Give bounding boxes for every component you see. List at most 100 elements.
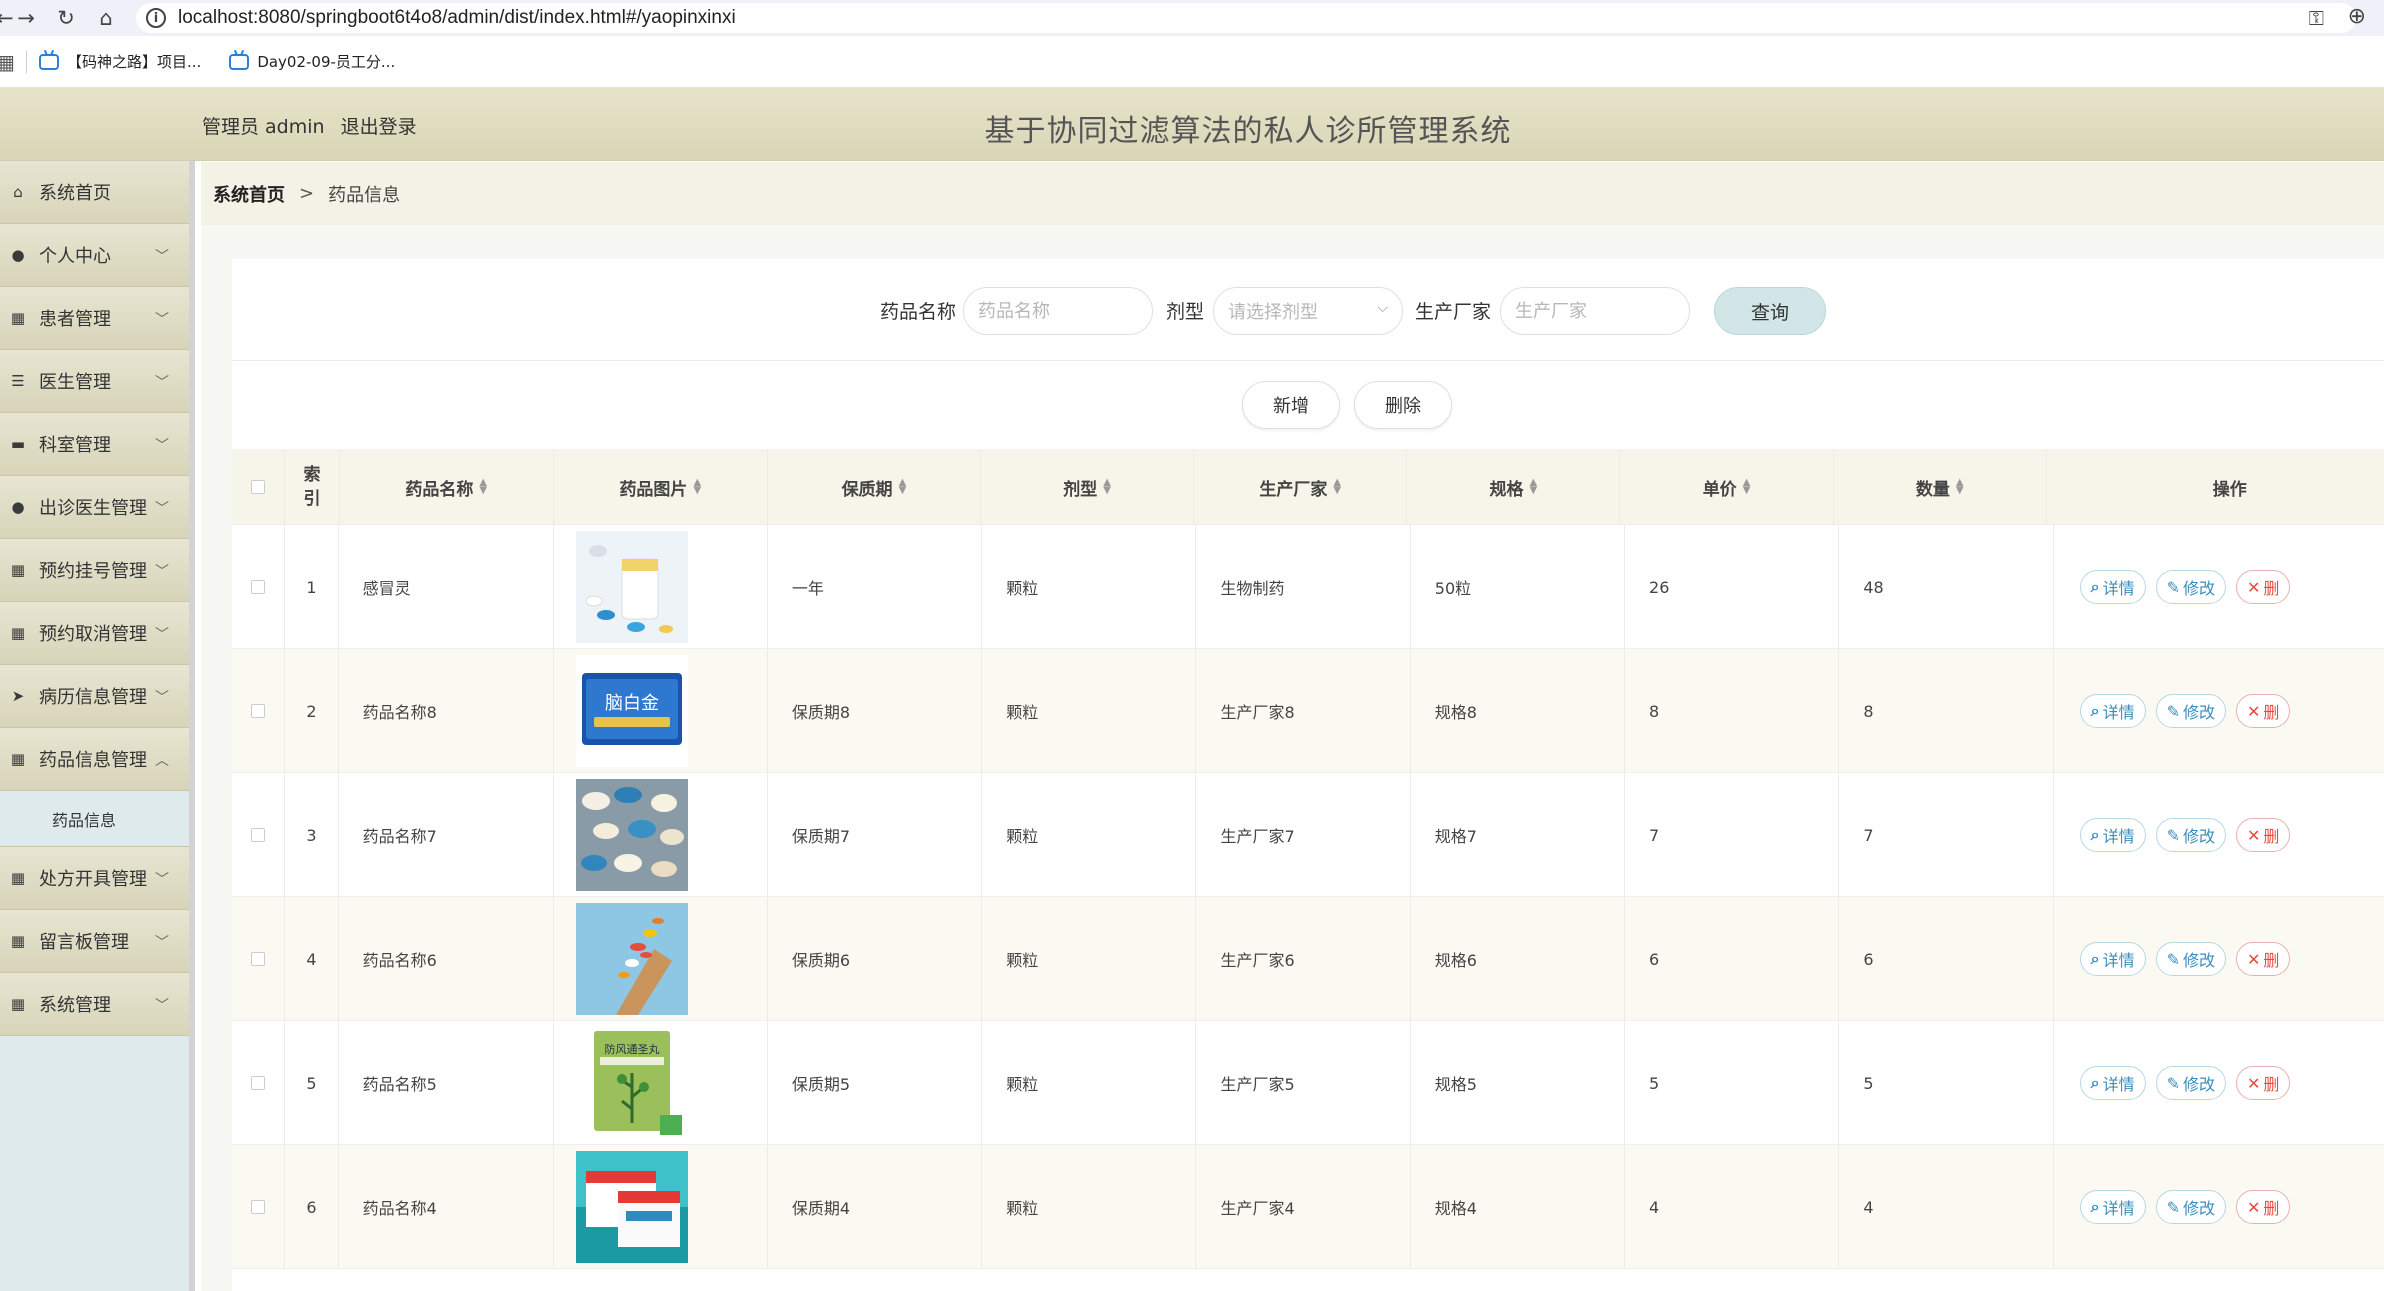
bookmark-item[interactable]: Day02-09-员工分...: [229, 51, 395, 72]
delete-row-button[interactable]: ✕ 删: [2236, 1066, 2291, 1100]
grid-icon: ▦: [10, 995, 26, 1013]
cell-price: 26: [1625, 525, 1840, 649]
medicine-image: [575, 903, 688, 1015]
detail-button[interactable]: ⌕ 详情: [2079, 570, 2146, 604]
sidebar-item[interactable]: ▦ 预约取消管理 ﹀: [0, 602, 189, 665]
maker-search-input[interactable]: [1500, 287, 1690, 335]
row-checkbox[interactable]: [251, 952, 266, 966]
submenu-item-medicine-info[interactable]: 药品信息: [0, 791, 189, 847]
delete-row-button[interactable]: ✕ 删: [2236, 942, 2291, 976]
sidebar-item[interactable]: ● 个人中心 ﹀: [0, 224, 189, 287]
cell-index: 2: [285, 649, 339, 773]
sidebar-item[interactable]: ▦ 系统管理 ﹀: [0, 973, 189, 1036]
action-bar: 新增 删除: [232, 361, 2384, 451]
cell-maker: 生物制药: [1196, 525, 1411, 649]
pencil-icon: ✎: [2166, 1197, 2180, 1217]
breadcrumb-home[interactable]: 系统首页: [213, 181, 285, 207]
user-icon: ●: [11, 246, 25, 264]
detail-button[interactable]: ⌕ 详情: [2079, 1190, 2146, 1224]
sidebar-item[interactable]: ▦ 药品信息管理 ︿: [0, 728, 189, 791]
detail-label: 详情: [2102, 579, 2135, 598]
edit-button[interactable]: ✎ 修改: [2155, 1190, 2227, 1224]
cell-select: [232, 649, 286, 773]
delete-row-button[interactable]: ✕ 删: [2236, 570, 2291, 604]
edit-button[interactable]: ✎ 修改: [2155, 818, 2227, 852]
cell-shelf: 保质期4: [768, 1145, 983, 1269]
form-search-label: 剂型: [1166, 301, 1205, 323]
delete-row-button[interactable]: ✕ 删: [2236, 1190, 2291, 1224]
sidebar-item[interactable]: ▦ 留言板管理 ﹀: [0, 910, 189, 973]
search-icon: ⌕: [2090, 1197, 2100, 1216]
address-bar[interactable]: i localhost:8080/springboot6t4o8/admin/d…: [136, 3, 2356, 33]
delete-row-button[interactable]: ✕ 删: [2236, 694, 2291, 728]
header-price[interactable]: 单价 ▲ ▼: [1620, 449, 1834, 525]
edit-button[interactable]: ✎ 修改: [2155, 570, 2227, 604]
sidebar-item[interactable]: ▦ 患者管理 ﹀: [0, 287, 189, 350]
forward-icon[interactable]: →: [6, 6, 46, 30]
edit-button[interactable]: ✎ 修改: [2155, 1066, 2227, 1100]
cell-spec: 规格7: [1411, 773, 1626, 897]
header-spec[interactable]: 规格 ▲ ▼: [1407, 449, 1621, 525]
edit-button[interactable]: ✎ 修改: [2155, 942, 2227, 976]
sort-icon: ▲ ▼: [1742, 477, 1751, 496]
cell-qty: 5: [1839, 1021, 2054, 1145]
header-image[interactable]: 药品图片 ▲ ▼: [554, 449, 768, 525]
sidebar-item[interactable]: ▦ 处方开具管理 ﹀: [0, 847, 189, 910]
sort-icon: ▲ ▼: [1529, 477, 1538, 496]
header-maker[interactable]: 生产厂家 ▲ ▼: [1194, 449, 1408, 525]
sidebar-item[interactable]: ▬ 科室管理 ﹀: [0, 413, 189, 476]
sidebar-item[interactable]: ➤ 病历信息管理 ﹀: [0, 665, 189, 728]
cell-maker: 生产厂家8: [1196, 649, 1411, 773]
form-select[interactable]: 请选择剂型 ⌵: [1213, 287, 1403, 335]
delete-row-button[interactable]: ✕ 删: [2236, 818, 2291, 852]
reload-icon[interactable]: ↻: [46, 6, 86, 30]
header-name[interactable]: 药品名称 ▲ ▼: [340, 449, 554, 525]
detail-button[interactable]: ⌕ 详情: [2079, 818, 2146, 852]
row-checkbox[interactable]: [251, 828, 266, 842]
cell-price: 6: [1625, 897, 1840, 1021]
header-image-label: 药品图片: [619, 479, 688, 500]
sidebar-item[interactable]: ☰ 医生管理 ﹀: [0, 350, 189, 413]
row-checkbox[interactable]: [251, 1076, 266, 1090]
header-form[interactable]: 剂型 ▲ ▼: [981, 449, 1195, 525]
query-button[interactable]: 查询: [1714, 287, 1826, 335]
sidebar-item[interactable]: ⌂ 系统首页: [0, 161, 189, 224]
zoom-icon[interactable]: ⊕: [2348, 4, 2366, 29]
sidebar-item[interactable]: ● 出诊医生管理 ﹀: [0, 476, 189, 539]
medicine-image: 脑白金: [575, 655, 688, 767]
delete-label: 删: [2263, 579, 2280, 598]
row-checkbox[interactable]: [251, 704, 266, 718]
detail-button[interactable]: ⌕ 详情: [2079, 1066, 2146, 1100]
edit-button[interactable]: ✎ 修改: [2155, 694, 2227, 728]
header-shelf[interactable]: 保质期 ▲ ▼: [768, 449, 981, 525]
home-icon[interactable]: ⌂: [86, 6, 126, 30]
pencil-icon: ✎: [2166, 577, 2180, 597]
detail-button[interactable]: ⌕ 详情: [2079, 694, 2146, 728]
row-checkbox[interactable]: [251, 580, 266, 594]
edit-label: 修改: [2183, 579, 2216, 598]
cell-image: 脑白金: [554, 649, 768, 773]
add-button[interactable]: 新增: [1242, 381, 1340, 429]
detail-label: 详情: [2102, 827, 2135, 846]
header-qty[interactable]: 数量 ▲ ▼: [1834, 449, 2047, 525]
delete-button[interactable]: 删除: [1354, 381, 1452, 429]
row-checkbox[interactable]: [251, 1200, 266, 1214]
name-search-input[interactable]: [963, 287, 1153, 335]
sidebar-item-label: 病历信息管理: [39, 687, 147, 708]
sort-icon: ▲ ▼: [1333, 477, 1342, 496]
cell-price: 5: [1625, 1021, 1840, 1145]
detail-button[interactable]: ⌕ 详情: [2079, 942, 2146, 976]
site-info-icon[interactable]: i: [146, 8, 166, 28]
delete-label: 删: [2263, 827, 2280, 846]
apps-grid-icon[interactable]: ▦: [0, 50, 20, 74]
bookmark-item[interactable]: 【码神之路】项目...: [39, 51, 201, 72]
name-search-label: 药品名称: [880, 301, 957, 323]
detail-label: 详情: [2102, 1075, 2135, 1094]
cell-operations: ⌕ 详情 ✎ 修改 ✕ 删: [2054, 649, 2384, 773]
grid-icon: ▦: [10, 869, 26, 887]
password-key-icon[interactable]: ⚿: [2309, 6, 2324, 30]
sidebar-item[interactable]: ▦ 预约挂号管理 ﹀: [0, 539, 189, 602]
breadcrumb: 系统首页 > 药品信息: [201, 162, 2384, 225]
cell-select: [232, 1145, 286, 1269]
select-all-checkbox[interactable]: [251, 480, 266, 494]
